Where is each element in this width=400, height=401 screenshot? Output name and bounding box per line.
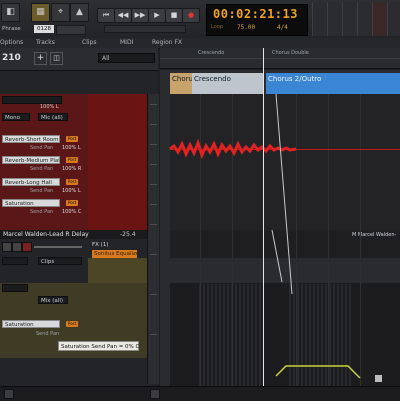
send-pan-label-2: Send Pan <box>30 166 54 172</box>
fast-forward-button[interactable]: ▶▶ <box>131 8 149 23</box>
fx-medium-plate[interactable]: Reverb-Medium Plate <box>2 156 60 164</box>
clip-chorus-outro[interactable]: Chorus 2/Outro <box>266 73 400 94</box>
vocal-track-level: -25.4 <box>120 231 136 238</box>
track-count: 210 <box>2 53 21 63</box>
tooltip: Saturation Send Pan = 0% C <box>58 341 139 351</box>
rewind-start-button[interactable]: ⏮ <box>97 8 115 23</box>
track-header: 210 + ◫ All <box>0 48 158 71</box>
send-pan-label-3: Send Pan <box>30 188 54 194</box>
vocal-track-name[interactable]: Marcel Walden-Lead R Delay <box>3 231 89 238</box>
marker-crescendo[interactable]: Crescendo <box>198 50 224 56</box>
arrangement-overlay <box>169 94 361 386</box>
send-pan-label-4: Send Pan <box>30 209 54 215</box>
fx-saturation[interactable]: Saturation <box>2 199 60 207</box>
snap-counter[interactable]: 0128 <box>34 25 54 33</box>
status-mid-button[interactable] <box>150 389 160 399</box>
clip-crescendo[interactable]: Crescendo <box>192 73 264 94</box>
toolbar: ◧ ▦ ⌖ ▲ Phrase 0128 ⏮ ◀◀ ▶▶ ▶ ■ ● 00:02:… <box>0 0 400 39</box>
aux-send-pan-label: Send Pan <box>36 331 60 337</box>
playhead[interactable] <box>263 48 264 388</box>
arm-button[interactable] <box>22 242 32 252</box>
solo-button[interactable] <box>12 242 22 252</box>
audio-waveform <box>169 138 297 160</box>
fx-slot-label: FX (1) <box>92 242 109 248</box>
send-pan-label-1: Send Pan <box>30 145 54 151</box>
zoom-handle[interactable] <box>375 375 382 382</box>
rewind-button[interactable]: ◀◀ <box>114 8 132 23</box>
control-pad-3[interactable] <box>342 2 357 36</box>
add-track-icon[interactable]: + <box>34 52 47 65</box>
menu-region-fx[interactable]: Region FX <box>152 39 182 46</box>
send-pan-value-2[interactable]: 100% R <box>62 166 81 172</box>
vocal-track-title-bar[interactable]: Marcel Walden-Lead R Delay -25.4 <box>0 230 147 239</box>
fx-short-room[interactable]: Reverb-Short Room <box>2 135 60 143</box>
menu-midi[interactable]: MIDI <box>120 39 133 46</box>
snap-dropdown[interactable] <box>56 25 86 35</box>
send-pan-value-4[interactable]: 100% C <box>62 209 81 215</box>
play-button[interactable]: ▶ <box>148 8 166 23</box>
image-icon[interactable]: ▲ <box>70 3 89 22</box>
vocal-mode-dropdown[interactable] <box>2 257 28 265</box>
crossfade-line-2 <box>271 229 283 283</box>
track-filter-dropdown[interactable]: All <box>98 53 155 63</box>
menu-tracks[interactable]: Tracks <box>36 39 55 46</box>
control-pad-6[interactable] <box>387 2 400 36</box>
vocal-track-color <box>88 94 147 230</box>
time-readout: 00:02:21:13 <box>213 7 298 21</box>
fx-saturation-toggle[interactable]: Post <box>66 200 78 206</box>
mute-button[interactable] <box>2 242 12 252</box>
aux-saturation-toggle[interactable]: Post <box>66 321 78 327</box>
aux-saturation[interactable]: Saturation <box>2 320 60 328</box>
menu-clips[interactable]: Clips <box>82 39 96 46</box>
track-options-icon[interactable]: ◫ <box>50 52 63 65</box>
menu-options[interactable]: Options <box>0 39 23 46</box>
control-pad-1[interactable] <box>312 2 327 36</box>
control-pad-4[interactable] <box>357 2 372 36</box>
tempo-readout[interactable]: 75.00 <box>237 24 255 31</box>
marker-chorus-double[interactable]: Chorus Double <box>272 50 309 56</box>
loop-label: Loop <box>211 24 223 30</box>
fx-medium-plate-toggle[interactable]: Post <box>66 157 78 163</box>
time-display[interactable]: 00:02:21:13 Loop 75.00 4/4 <box>206 4 308 36</box>
clip-chorus[interactable]: Chorus <box>170 73 197 94</box>
status-bar <box>0 386 400 401</box>
control-pad-5[interactable] <box>372 2 387 36</box>
status-left-button[interactable] <box>4 389 14 399</box>
input-dropdown[interactable]: Mic (all) <box>38 113 68 121</box>
volume-slider[interactable] <box>34 246 82 248</box>
clips-dropdown[interactable]: Clips <box>38 257 82 265</box>
record-button[interactable]: ● <box>182 8 200 23</box>
stop-button[interactable]: ■ <box>165 8 183 23</box>
aux-input-dropdown[interactable]: Mix (all) <box>38 296 68 304</box>
snap-grid-icon[interactable]: ▦ <box>31 3 50 22</box>
aux-mode-dropdown[interactable] <box>2 284 28 292</box>
time-signature[interactable]: 4/4 <box>277 24 288 31</box>
fx-long-hall[interactable]: Reverb-Long Hall <box>2 178 60 186</box>
pan-readout: 100% L <box>40 104 59 110</box>
timeline-ruler[interactable]: Crescendo Chorus Double <box>160 48 400 69</box>
control-pad-2[interactable] <box>327 2 342 36</box>
aux-grid-lines <box>199 284 351 386</box>
phrase-label: Phrase <box>2 26 21 32</box>
tool-mode-icon[interactable]: ◧ <box>1 3 20 22</box>
transport-loop-bar[interactable] <box>104 25 186 33</box>
fx-long-hall-toggle[interactable]: Post <box>66 179 78 185</box>
send-pan-value-3[interactable]: 100% L <box>62 188 81 194</box>
level-meter-scale <box>147 94 159 384</box>
mono-dropdown[interactable]: Mono <box>2 113 30 121</box>
input-meter-slot[interactable] <box>2 96 62 104</box>
send-pan-value-1[interactable]: 100% L <box>62 145 81 151</box>
fx-short-room-toggle[interactable]: Post <box>66 136 78 142</box>
select-tool-icon[interactable]: ⌖ <box>51 3 70 22</box>
